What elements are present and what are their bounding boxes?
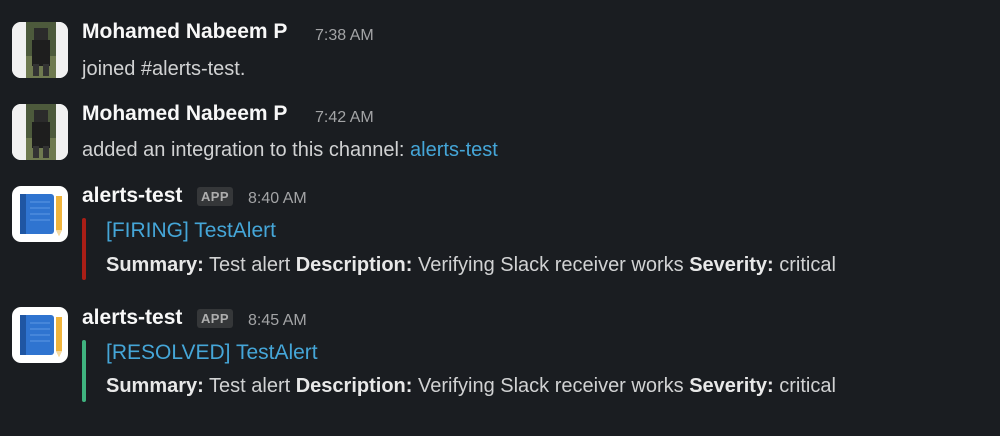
message-timestamp[interactable]: 8:40 AM <box>248 190 307 208</box>
app-avatar[interactable] <box>12 307 68 363</box>
app-badge: APP <box>197 309 233 328</box>
sender-name[interactable]: Mohamed Nabeem P <box>82 102 287 126</box>
attachment-title-link[interactable]: [RESOLVED] TestAlert <box>106 341 318 365</box>
summary-label: Summary: <box>106 375 204 397</box>
message-text: joined #alerts-test. <box>82 58 246 80</box>
summary-value: Test alert <box>209 375 291 397</box>
severity-value: critical <box>779 254 836 276</box>
summary-value: Test alert <box>209 254 291 276</box>
sender-name[interactable]: alerts-test <box>82 306 182 330</box>
notebook-icon <box>12 186 68 242</box>
attachment-color-bar <box>82 340 86 402</box>
description-value: Verifying Slack receiver works <box>417 254 684 276</box>
message-text-prefix: added an integration to this channel: <box>82 139 411 161</box>
description-label: Description: <box>295 254 413 276</box>
attachment-fields: Summary: Test alert Description: Verifyi… <box>106 375 836 398</box>
notebook-icon <box>12 307 68 363</box>
description-label: Description: <box>295 375 413 397</box>
attachment-title-link[interactable]: [FIRING] TestAlert <box>106 219 276 243</box>
user-avatar[interactable] <box>12 22 68 78</box>
app-avatar[interactable] <box>12 186 68 242</box>
app-badge: APP <box>197 187 233 206</box>
channel-link[interactable]: alerts-test <box>410 139 498 161</box>
message-feed: Mohamed Nabeem P 7:38 AM joined #alerts-… <box>0 0 1000 436</box>
severity-label: Severity: <box>689 375 774 397</box>
sender-name[interactable]: Mohamed Nabeem P <box>82 20 287 44</box>
severity-value: critical <box>779 375 836 397</box>
summary-label: Summary: <box>106 254 204 276</box>
message-timestamp[interactable]: 8:45 AM <box>248 312 307 330</box>
message-text: added an integration to this channel: al… <box>82 139 498 162</box>
message-timestamp[interactable]: 7:42 AM <box>315 109 374 127</box>
severity-label: Severity: <box>689 254 774 276</box>
description-value: Verifying Slack receiver works <box>417 375 684 397</box>
sender-name[interactable]: alerts-test <box>82 184 182 208</box>
message-timestamp[interactable]: 7:38 AM <box>315 27 374 45</box>
user-avatar[interactable] <box>12 104 68 160</box>
attachment-color-bar <box>82 218 86 280</box>
attachment-fields: Summary: Test alert Description: Verifyi… <box>106 254 836 277</box>
